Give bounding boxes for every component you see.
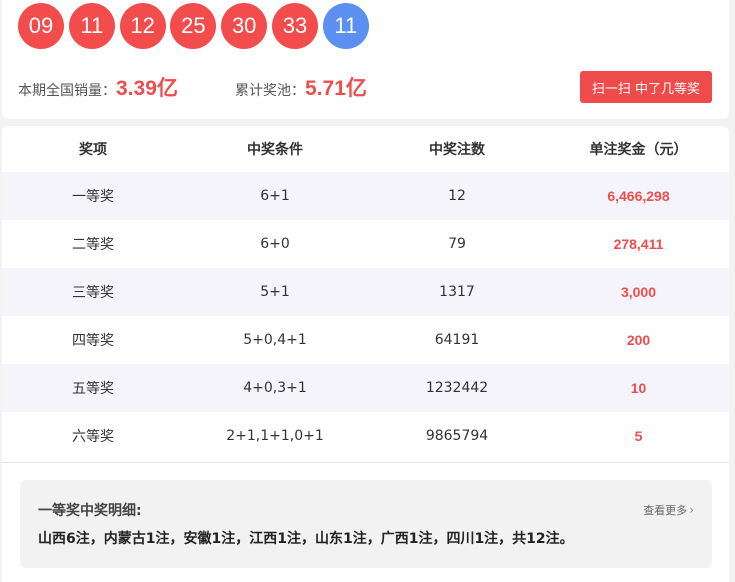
header-winners: 中奖注数 bbox=[429, 142, 485, 158]
table-divider bbox=[2, 462, 729, 463]
sales-label: 本期全国销量： bbox=[18, 83, 116, 99]
prize-amount: 3,000 bbox=[620, 284, 657, 300]
prize-level: 三等奖 bbox=[72, 285, 114, 301]
winning-numbers: 09 11 12 25 30 33 11 bbox=[18, 3, 374, 49]
first-prize-detail: 一等奖中奖明细: 查看更多 › 山西6注，内蒙古1注，安徽1注，江西1注，山东1… bbox=[20, 480, 712, 568]
win-condition: 5+0,4+1 bbox=[243, 332, 307, 348]
prize-level: 二等奖 bbox=[72, 237, 114, 253]
view-more-link[interactable]: 查看更多 › bbox=[643, 502, 694, 518]
chevron-right-icon: › bbox=[689, 503, 694, 517]
win-condition: 2+1,1+1,0+1 bbox=[226, 428, 324, 444]
sales-value: 3.39亿 bbox=[116, 77, 178, 100]
table-row: 五等奖 4+0,3+1 1232442 10 bbox=[2, 364, 729, 412]
winner-count: 12 bbox=[448, 188, 466, 204]
prize-amount: 10 bbox=[630, 380, 647, 396]
table-row: 六等奖 2+1,1+1,0+1 9865794 5 bbox=[2, 412, 729, 460]
win-condition: 4+0,3+1 bbox=[243, 380, 307, 396]
prize-pool: 累计奖池： 5.71亿 bbox=[235, 72, 367, 102]
winner-count: 1317 bbox=[439, 284, 475, 300]
prize-amount: 6,466,298 bbox=[607, 188, 670, 204]
red-ball: 12 bbox=[119, 3, 166, 49]
prize-table-card: 奖项 中奖条件 中奖注数 单注奖金（元） 一等奖 6+1 12 6,466,29… bbox=[2, 126, 729, 582]
prize-amount: 5 bbox=[634, 428, 643, 444]
table-row: 二等奖 6+0 79 278,411 bbox=[2, 220, 729, 268]
header-prize-level: 奖项 bbox=[79, 142, 107, 158]
red-ball: 11 bbox=[68, 3, 115, 49]
draw-result-card: 09 11 12 25 30 33 11 本期全国销量： 3.39亿 累计奖池：… bbox=[2, 0, 729, 119]
win-condition: 6+1 bbox=[260, 188, 290, 204]
blue-ball: 11 bbox=[322, 3, 369, 49]
detail-title: 一等奖中奖明细: bbox=[38, 503, 142, 519]
winner-count: 79 bbox=[448, 236, 466, 252]
prize-level: 六等奖 bbox=[72, 429, 114, 445]
winner-count: 9865794 bbox=[425, 428, 489, 444]
prize-amount: 200 bbox=[626, 332, 651, 348]
winner-count: 64191 bbox=[434, 332, 480, 348]
red-ball: 33 bbox=[271, 3, 318, 49]
win-condition: 5+1 bbox=[260, 284, 290, 300]
table-row: 一等奖 6+1 12 6,466,298 bbox=[2, 172, 729, 220]
winner-count: 1232442 bbox=[425, 380, 489, 396]
prize-level: 一等奖 bbox=[72, 189, 114, 205]
header-prize-amount: 单注奖金（元） bbox=[589, 142, 688, 158]
red-ball: 25 bbox=[170, 3, 217, 49]
prize-level: 四等奖 bbox=[72, 333, 114, 349]
table-row: 四等奖 5+0,4+1 64191 200 bbox=[2, 316, 729, 364]
win-condition: 6+0 bbox=[260, 236, 290, 252]
red-ball: 09 bbox=[18, 3, 64, 49]
pool-label: 累计奖池： bbox=[235, 83, 305, 99]
pool-value: 5.71亿 bbox=[305, 77, 367, 100]
header-condition: 中奖条件 bbox=[247, 142, 303, 158]
detail-text: 山西6注，内蒙古1注，安徽1注，江西1注，山东1注，广西1注，四川1注，共12注… bbox=[38, 531, 574, 547]
view-more-label: 查看更多 bbox=[643, 504, 688, 517]
prize-level: 五等奖 bbox=[72, 381, 114, 397]
table-header: 奖项 中奖条件 中奖注数 单注奖金（元） bbox=[2, 126, 729, 172]
table-row: 三等奖 5+1 1317 3,000 bbox=[2, 268, 729, 316]
red-ball: 30 bbox=[221, 3, 268, 49]
prize-amount: 278,411 bbox=[613, 236, 664, 252]
scan-check-button[interactable]: 扫一扫 中了几等奖 bbox=[580, 71, 712, 103]
national-sales: 本期全国销量： 3.39亿 bbox=[18, 72, 178, 102]
